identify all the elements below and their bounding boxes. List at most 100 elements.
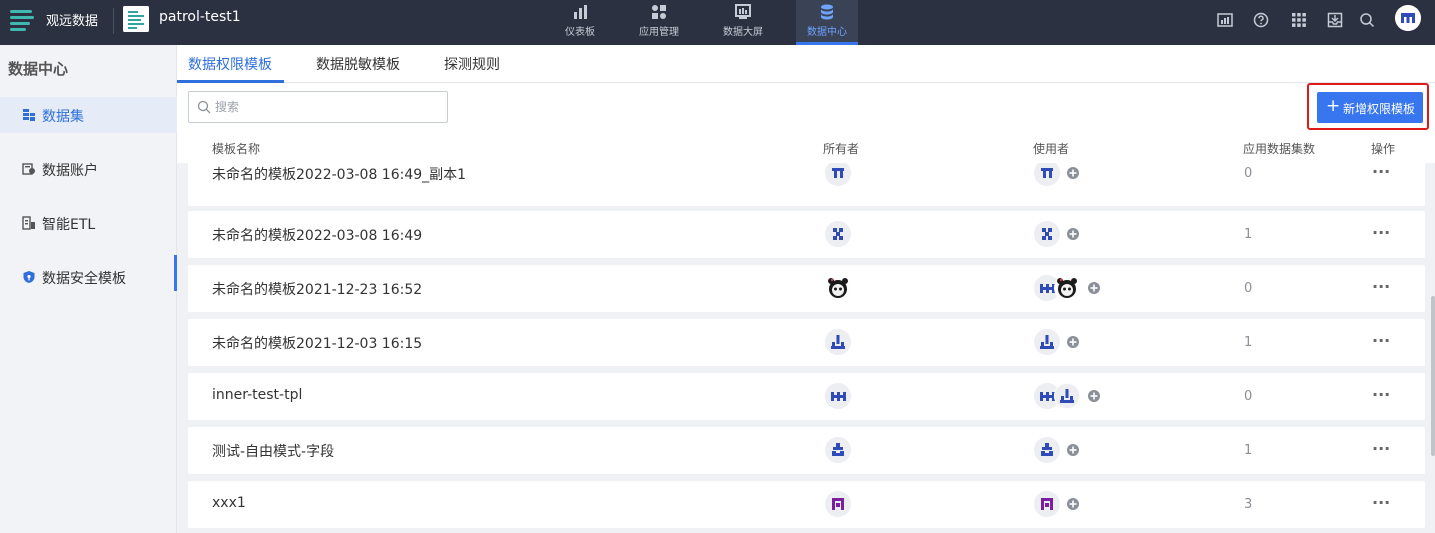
apps-icon	[652, 5, 666, 19]
add-user-icon[interactable]	[1067, 336, 1079, 348]
owner-avatar-icon	[825, 221, 851, 247]
sidebar-item-label: 数据账户	[42, 163, 98, 179]
shield-icon	[23, 271, 35, 283]
toolbar: + 新增权限模板	[177, 83, 1435, 133]
dashboard-icon[interactable]	[1217, 12, 1233, 28]
menu-logo-icon[interactable]	[8, 6, 36, 34]
database-icon	[821, 4, 833, 20]
dataset-icon	[23, 109, 35, 121]
add-permission-template-button[interactable]: + 新增权限模板	[1317, 92, 1423, 123]
screen-icon	[735, 4, 751, 19]
more-actions-icon[interactable]: ···	[1372, 331, 1392, 351]
table-row[interactable]: inner-test-tpl 0 ···	[188, 373, 1425, 420]
sidebar-item-dataset[interactable]: 数据集	[0, 97, 177, 133]
search-icon	[197, 100, 211, 114]
column-header-name: 模板名称	[212, 142, 261, 156]
sidebar: 数据中心 数据集 数据账户 智能ETL 数据安全模板	[0, 45, 177, 533]
nav-label: 仪表板	[565, 27, 595, 38]
column-header-users: 使用者	[1033, 142, 1070, 156]
inbox-icon[interactable]	[1327, 12, 1343, 28]
table-body: 未命名的模板2022-03-08 16:49_副本1 0 ··· 未命名的模板2…	[188, 163, 1425, 533]
main-content: 数据权限模板 数据脱敏模板 探测规则 + 新增权限模板 模板名称 所有者 使用者…	[177, 45, 1435, 533]
dataset-count: 1	[1244, 227, 1253, 242]
more-actions-icon[interactable]: ···	[1372, 223, 1392, 243]
project-icon	[123, 6, 149, 32]
tab-bar: 数据权限模板 数据脱敏模板 探测规则	[177, 45, 1435, 83]
user-avatar-icon	[1034, 163, 1060, 186]
dataset-count: 3	[1244, 497, 1253, 512]
template-name[interactable]: 未命名的模板2021-12-03 16:15	[212, 333, 422, 353]
owner-avatar-icon	[825, 383, 851, 409]
owner-avatar-icon	[825, 437, 851, 463]
nav-dashboard[interactable]: 仪表板	[540, 0, 620, 45]
sidebar-title: 数据中心	[8, 60, 69, 78]
user-avatar-icon	[1034, 221, 1060, 247]
sidebar-item-security-template[interactable]: 数据安全模板	[0, 255, 177, 295]
sidebar-item-data-account[interactable]: 数据账户	[0, 151, 177, 187]
table-row[interactable]: 未命名的模板2021-12-23 16:52 0 ···	[188, 265, 1425, 312]
search-input[interactable]	[215, 97, 435, 117]
template-name[interactable]: 测试-自由模式-字段	[212, 441, 334, 461]
sidebar-item-etl[interactable]: 智能ETL	[0, 205, 177, 241]
owner-avatar-icon	[825, 275, 851, 301]
dataset-count: 0	[1244, 281, 1253, 296]
table-row[interactable]: 测试-自由模式-字段 1 ···	[188, 427, 1425, 474]
grid-icon[interactable]	[1291, 12, 1307, 28]
tab-detection-rules[interactable]: 探测规则	[444, 54, 500, 74]
search-box[interactable]	[188, 91, 448, 123]
user-avatar-icon	[1034, 491, 1060, 517]
brand-name: 观远数据	[46, 14, 99, 29]
more-actions-icon[interactable]: ···	[1372, 163, 1392, 182]
help-icon[interactable]	[1253, 12, 1269, 28]
add-user-icon[interactable]	[1088, 390, 1100, 402]
add-user-icon[interactable]	[1067, 167, 1079, 179]
nav-data-screen[interactable]: 数据大屏	[703, 0, 783, 45]
column-header-actions: 操作	[1371, 142, 1396, 156]
add-user-icon[interactable]	[1067, 228, 1079, 240]
add-user-icon[interactable]	[1067, 498, 1079, 510]
nav-label: 数据中心	[807, 27, 847, 38]
template-name[interactable]: inner-test-tpl	[212, 387, 302, 403]
template-name[interactable]: 未命名的模板2021-12-23 16:52	[212, 279, 422, 299]
dataset-count: 1	[1244, 335, 1253, 350]
nav-label: 应用管理	[639, 27, 679, 38]
template-name[interactable]: 未命名的模板2022-03-08 16:49	[212, 225, 422, 245]
template-name[interactable]: 未命名的模板2022-03-08 16:49_副本1	[212, 164, 466, 184]
project-name[interactable]: patrol-test1	[159, 9, 241, 25]
dataset-count: 1	[1244, 443, 1253, 458]
user-avatar-icon[interactable]	[1395, 5, 1421, 31]
more-actions-icon[interactable]: ···	[1372, 277, 1392, 297]
etl-icon	[22, 216, 35, 230]
sidebar-item-label: 数据安全模板	[42, 271, 126, 287]
owner-avatar-icon	[825, 491, 851, 517]
table-row[interactable]: 未命名的模板2022-03-08 16:49 1 ···	[188, 211, 1425, 258]
top-bar: 观远数据 patrol-test1 仪表板 应用管理 数据大屏 数据中心	[0, 0, 1435, 45]
table-row[interactable]: xxx1 3 ···	[188, 481, 1425, 528]
sidebar-item-label: 数据集	[42, 109, 84, 125]
user-avatar-icon	[1034, 329, 1060, 355]
add-user-icon[interactable]	[1067, 444, 1079, 456]
plus-icon: +	[1326, 96, 1341, 116]
divider	[113, 8, 114, 34]
nav-data-center[interactable]: 数据中心	[796, 0, 858, 45]
column-header-owner: 所有者	[823, 142, 860, 156]
user-avatar-icon	[1054, 275, 1080, 301]
column-header-dataset-count: 应用数据集数	[1243, 142, 1316, 156]
table-row[interactable]: 未命名的模板2022-03-08 16:49_副本1 0 ···	[188, 163, 1425, 206]
table-row[interactable]: 未命名的模板2021-12-03 16:15 1 ···	[188, 319, 1425, 366]
add-user-icon[interactable]	[1088, 282, 1100, 294]
search-icon[interactable]	[1359, 12, 1375, 28]
vertical-scrollbar[interactable]	[1431, 296, 1435, 456]
more-actions-icon[interactable]: ···	[1372, 439, 1392, 459]
user-avatar-icon	[1054, 383, 1080, 409]
more-actions-icon[interactable]: ···	[1372, 385, 1392, 405]
nav-app-management[interactable]: 应用管理	[619, 0, 699, 45]
tab-masking-template[interactable]: 数据脱敏模板	[316, 54, 400, 74]
nav-label: 数据大屏	[723, 27, 763, 38]
owner-avatar-icon	[825, 329, 851, 355]
template-name[interactable]: xxx1	[212, 495, 246, 511]
dataset-count: 0	[1244, 389, 1253, 404]
user-avatar-icon	[1034, 437, 1060, 463]
tab-permission-template[interactable]: 数据权限模板	[188, 54, 272, 74]
more-actions-icon[interactable]: ···	[1372, 493, 1392, 513]
